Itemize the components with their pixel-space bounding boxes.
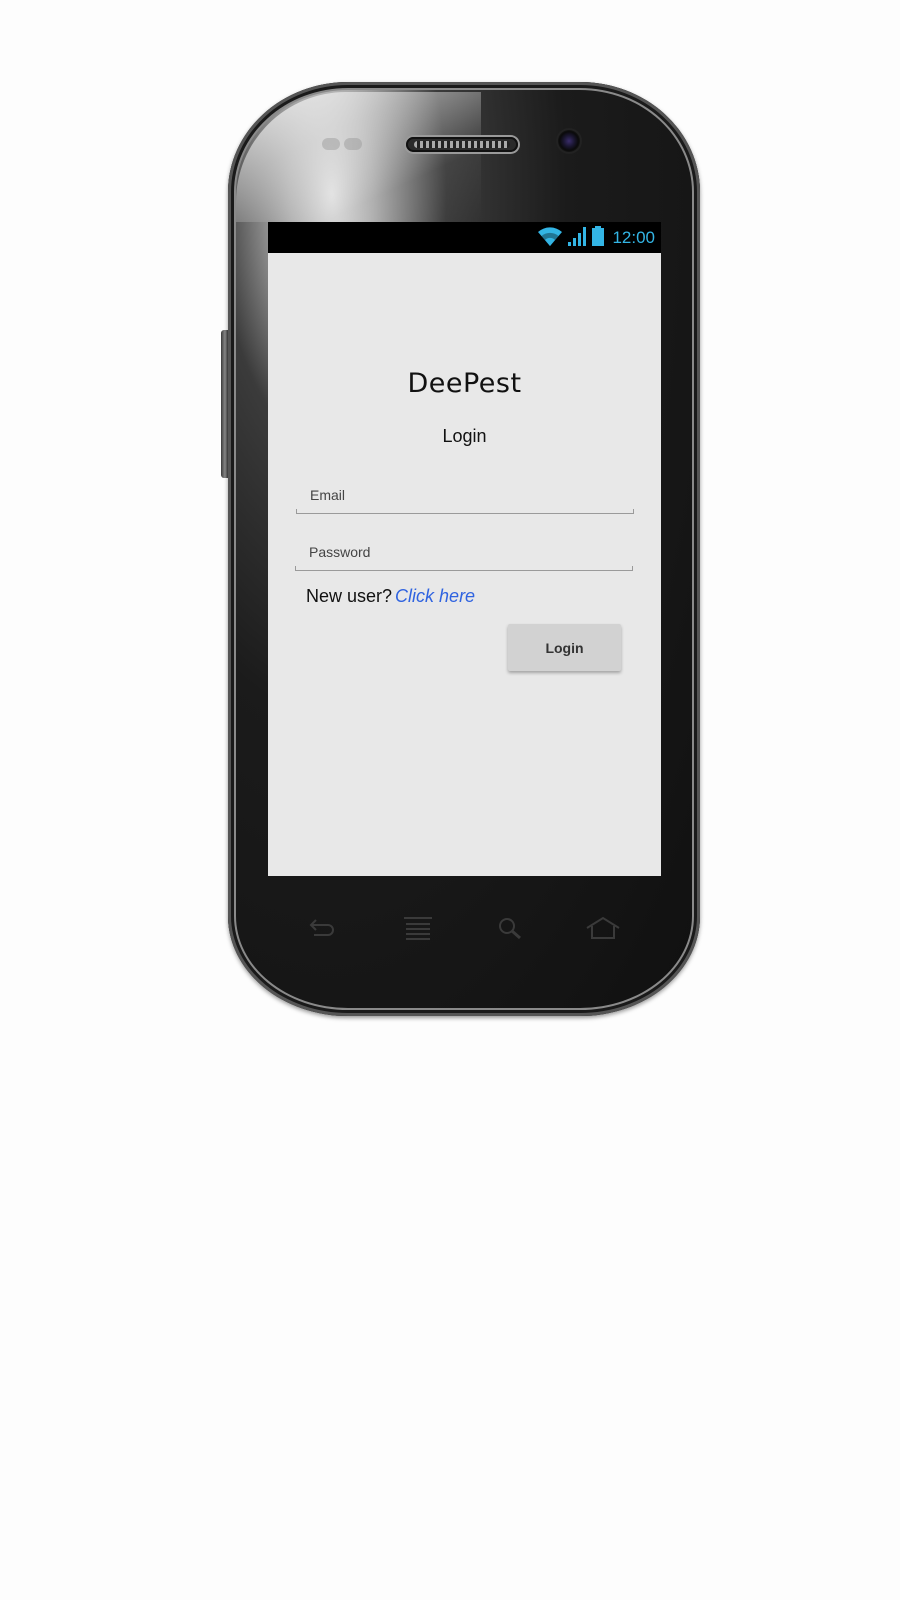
speaker-grille [414,141,510,148]
new-user-row: New user? Click here [306,586,475,607]
login-button[interactable]: Login [508,624,621,671]
email-input[interactable] [296,478,634,512]
email-field [296,478,634,514]
status-icons: 12:00 [537,225,655,252]
status-time: 12:00 [612,228,655,247]
email-underline [296,509,634,514]
home-icon[interactable] [585,912,621,944]
phone-screen: 12:00 DeePest Login New user?Click here … [268,222,661,876]
password-field [295,535,633,571]
status-bar: 12:00 [268,222,661,253]
page: 12:00 DeePest Login New user?Click here … [0,0,900,1600]
login-heading: Login [442,426,487,446]
wifi-icon [537,225,563,252]
search-icon[interactable] [492,912,528,944]
battery-icon [591,225,605,252]
proximity-sensor [322,138,370,150]
password-input[interactable] [295,535,633,569]
new-user-label: New user? [306,586,393,606]
front-camera [558,130,580,152]
menu-icon[interactable] [400,912,436,944]
app-title: DeePest [407,368,522,399]
register-link[interactable]: Click here [395,586,475,606]
signal-icon [567,225,587,252]
password-underline [295,566,633,571]
back-icon[interactable] [304,912,340,944]
